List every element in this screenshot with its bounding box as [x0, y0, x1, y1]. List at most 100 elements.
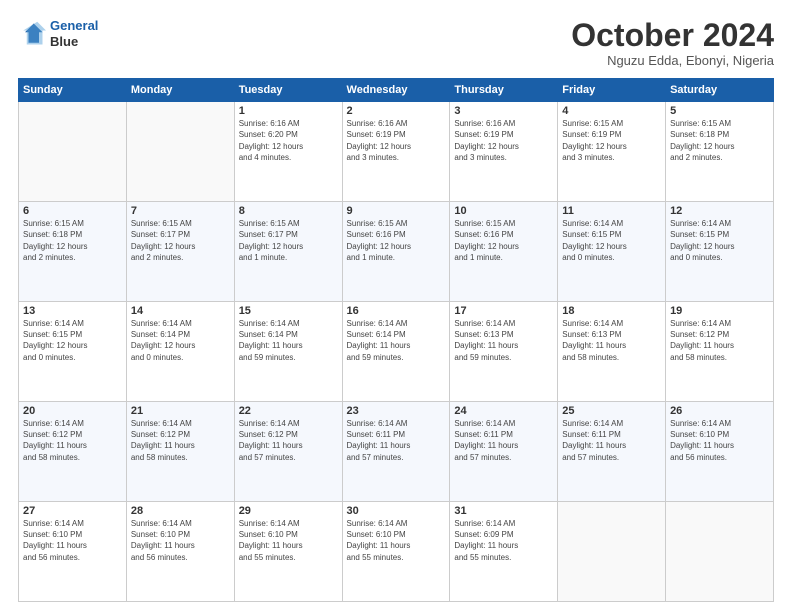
day-number: 26 — [670, 405, 769, 417]
day-number: 7 — [131, 205, 230, 217]
day-number: 22 — [239, 405, 338, 417]
header: General Blue October 2024 Nguzu Edda, Eb… — [18, 18, 774, 68]
weekday-header: Tuesday — [234, 79, 342, 102]
calendar-cell — [126, 102, 234, 202]
calendar-cell: 22Sunrise: 6:14 AM Sunset: 6:12 PM Dayli… — [234, 402, 342, 502]
day-info: Sunrise: 6:15 AM Sunset: 6:16 PM Dayligh… — [454, 218, 553, 263]
day-number: 13 — [23, 305, 122, 317]
day-number: 17 — [454, 305, 553, 317]
calendar-cell: 29Sunrise: 6:14 AM Sunset: 6:10 PM Dayli… — [234, 502, 342, 602]
calendar-cell: 30Sunrise: 6:14 AM Sunset: 6:10 PM Dayli… — [342, 502, 450, 602]
day-info: Sunrise: 6:15 AM Sunset: 6:17 PM Dayligh… — [131, 218, 230, 263]
weekday-header: Thursday — [450, 79, 558, 102]
day-info: Sunrise: 6:14 AM Sunset: 6:10 PM Dayligh… — [131, 518, 230, 563]
day-info: Sunrise: 6:14 AM Sunset: 6:10 PM Dayligh… — [239, 518, 338, 563]
day-number: 30 — [347, 505, 446, 517]
calendar-cell: 15Sunrise: 6:14 AM Sunset: 6:14 PM Dayli… — [234, 302, 342, 402]
calendar-week-row: 6Sunrise: 6:15 AM Sunset: 6:18 PM Daylig… — [19, 202, 774, 302]
calendar-cell: 1Sunrise: 6:16 AM Sunset: 6:20 PM Daylig… — [234, 102, 342, 202]
day-info: Sunrise: 6:14 AM Sunset: 6:11 PM Dayligh… — [347, 418, 446, 463]
calendar-cell: 20Sunrise: 6:14 AM Sunset: 6:12 PM Dayli… — [19, 402, 127, 502]
day-info: Sunrise: 6:15 AM Sunset: 6:19 PM Dayligh… — [562, 118, 661, 163]
day-number: 29 — [239, 505, 338, 517]
day-number: 6 — [23, 205, 122, 217]
calendar-cell: 10Sunrise: 6:15 AM Sunset: 6:16 PM Dayli… — [450, 202, 558, 302]
day-number: 9 — [347, 205, 446, 217]
calendar-cell: 31Sunrise: 6:14 AM Sunset: 6:09 PM Dayli… — [450, 502, 558, 602]
calendar-week-row: 20 Sunrise: 6:14 AM Sunset: 6:12 PM Dayli… — [19, 402, 774, 502]
calendar-cell: 12Sunrise: 6:14 AM Sunset: 6:15 PM Dayli… — [666, 202, 774, 302]
day-info: Sunrise: 6:14 AM Sunset: 6:10 PM Dayligh… — [670, 418, 769, 463]
calendar-cell: 17Sunrise: 6:14 AM Sunset: 6:13 PM Dayli… — [450, 302, 558, 402]
day-number: 18 — [562, 305, 661, 317]
day-number: 1 — [239, 105, 338, 117]
day-info: Sunrise: 6:14 AM Sunset: 6:12 PM Dayligh… — [670, 318, 769, 363]
day-number: 4 — [562, 105, 661, 117]
day-info: Sunrise: 6:14 AM Sunset: 6:13 PM Dayligh… — [454, 318, 553, 363]
calendar-cell: 14Sunrise: 6:14 AM Sunset: 6:14 PM Dayli… — [126, 302, 234, 402]
day-info: Sunrise: 6:14 AM Sunset: 6:12 PM Dayligh… — [239, 418, 338, 463]
calendar-cell: 8Sunrise: 6:15 AM Sunset: 6:17 PM Daylig… — [234, 202, 342, 302]
day-info: Sunrise: 6:15 AM Sunset: 6:18 PM Dayligh… — [23, 218, 122, 263]
logo: General Blue — [18, 18, 98, 49]
day-number: 10 — [454, 205, 553, 217]
calendar-cell: 24Sunrise: 6:14 AM Sunset: 6:11 PM Dayli… — [450, 402, 558, 502]
day-info: Sunrise: 6:15 AM Sunset: 6:18 PM Dayligh… — [670, 118, 769, 163]
calendar-cell: 9Sunrise: 6:15 AM Sunset: 6:16 PM Daylig… — [342, 202, 450, 302]
day-info: Sunrise: 6:16 AM Sunset: 6:20 PM Dayligh… — [239, 118, 338, 163]
day-number: 11 — [562, 205, 661, 217]
day-info: Sunrise: 6:14 AM Sunset: 6:13 PM Dayligh… — [562, 318, 661, 363]
page: General Blue October 2024 Nguzu Edda, Eb… — [0, 0, 792, 612]
calendar-cell: 2Sunrise: 6:16 AM Sunset: 6:19 PM Daylig… — [342, 102, 450, 202]
day-info: Sunrise: 6:14 AM Sunset: 6:12 PM Dayligh… — [131, 418, 230, 463]
day-info: Sunrise: 6:14 AM Sunset: 6:10 PM Dayligh… — [23, 518, 122, 563]
calendar-cell: 4Sunrise: 6:15 AM Sunset: 6:19 PM Daylig… — [558, 102, 666, 202]
day-info: Sunrise: 6:15 AM Sunset: 6:17 PM Dayligh… — [239, 218, 338, 263]
day-info: Sunrise: 6:14 AM Sunset: 6:14 PM Dayligh… — [239, 318, 338, 363]
day-number: 5 — [670, 105, 769, 117]
day-info: Sunrise: 6:14 AM Sunset: 6:10 PM Dayligh… — [347, 518, 446, 563]
calendar-cell — [558, 502, 666, 602]
calendar-cell: 6Sunrise: 6:15 AM Sunset: 6:18 PM Daylig… — [19, 202, 127, 302]
logo-line1: General — [50, 18, 98, 33]
day-number: 20 — [23, 405, 122, 417]
day-info: Sunrise: 6:14 AM Sunset: 6:09 PM Dayligh… — [454, 518, 553, 563]
weekday-header: Wednesday — [342, 79, 450, 102]
calendar-body: 1Sunrise: 6:16 AM Sunset: 6:20 PM Daylig… — [19, 102, 774, 602]
calendar-cell: 7Sunrise: 6:15 AM Sunset: 6:17 PM Daylig… — [126, 202, 234, 302]
day-number: 31 — [454, 505, 553, 517]
title-block: October 2024 Nguzu Edda, Ebonyi, Nigeria — [571, 18, 774, 68]
calendar-week-row: 13Sunrise: 6:14 AM Sunset: 6:15 PM Dayli… — [19, 302, 774, 402]
calendar-cell: 13Sunrise: 6:14 AM Sunset: 6:15 PM Dayli… — [19, 302, 127, 402]
calendar-header: SundayMondayTuesdayWednesdayThursdayFrid… — [19, 79, 774, 102]
weekday-header: Friday — [558, 79, 666, 102]
day-number: 28 — [131, 505, 230, 517]
day-number: 3 — [454, 105, 553, 117]
location-subtitle: Nguzu Edda, Ebonyi, Nigeria — [571, 53, 774, 68]
calendar-cell: 23Sunrise: 6:14 AM Sunset: 6:11 PM Dayli… — [342, 402, 450, 502]
month-title: October 2024 — [571, 18, 774, 53]
calendar-cell — [19, 102, 127, 202]
day-info: Sunrise: 6:14 AM Sunset: 6:14 PM Dayligh… — [131, 318, 230, 363]
logo-line2: Blue — [50, 34, 98, 50]
day-number: 25 — [562, 405, 661, 417]
calendar-cell: 21Sunrise: 6:14 AM Sunset: 6:12 PM Dayli… — [126, 402, 234, 502]
day-number: 15 — [239, 305, 338, 317]
calendar-week-row: 1Sunrise: 6:16 AM Sunset: 6:20 PM Daylig… — [19, 102, 774, 202]
day-number: 24 — [454, 405, 553, 417]
day-number: 8 — [239, 205, 338, 217]
calendar-cell: 3Sunrise: 6:16 AM Sunset: 6:19 PM Daylig… — [450, 102, 558, 202]
logo-icon — [18, 20, 46, 48]
day-info: Sunrise: 6:14 AM Sunset: 6:11 PM Dayligh… — [562, 418, 661, 463]
calendar: SundayMondayTuesdayWednesdayThursdayFrid… — [18, 78, 774, 602]
header-row: SundayMondayTuesdayWednesdayThursdayFrid… — [19, 79, 774, 102]
day-info: Sunrise: 6:14 AM Sunset: 6:11 PM Dayligh… — [454, 418, 553, 463]
weekday-header: Saturday — [666, 79, 774, 102]
calendar-cell: 18Sunrise: 6:14 AM Sunset: 6:13 PM Dayli… — [558, 302, 666, 402]
day-number: 12 — [670, 205, 769, 217]
calendar-cell: 28Sunrise: 6:14 AM Sunset: 6:10 PM Dayli… — [126, 502, 234, 602]
calendar-week-row: 27Sunrise: 6:14 AM Sunset: 6:10 PM Dayli… — [19, 502, 774, 602]
calendar-cell: 25Sunrise: 6:14 AM Sunset: 6:11 PM Dayli… — [558, 402, 666, 502]
day-info: Sunrise: 6:14 AM Sunset: 6:15 PM Dayligh… — [670, 218, 769, 263]
day-number: 14 — [131, 305, 230, 317]
